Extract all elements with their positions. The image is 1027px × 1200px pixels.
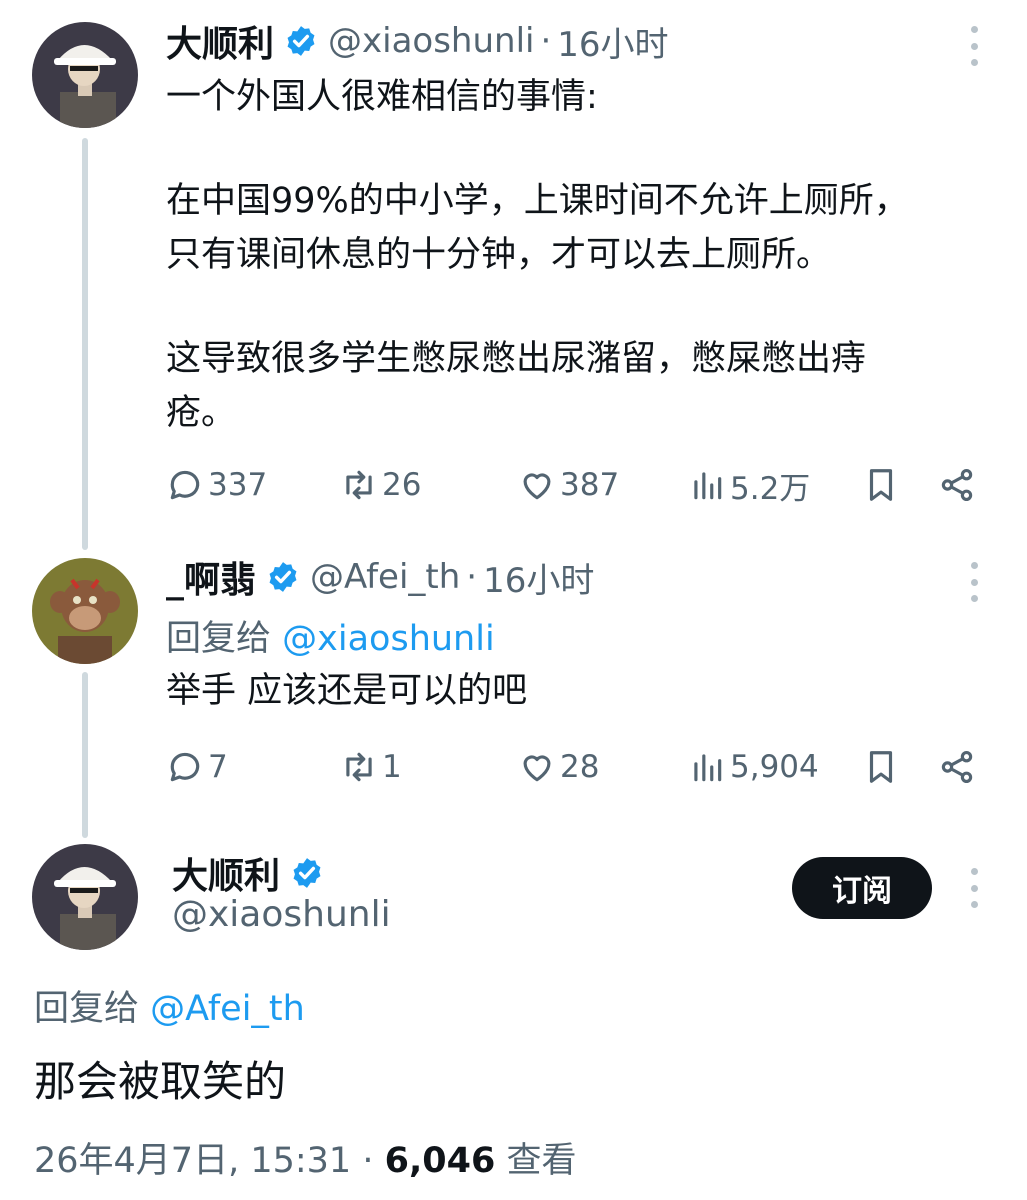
bookmark-button[interactable] <box>862 745 900 789</box>
share-button[interactable] <box>938 463 976 507</box>
replying-to: 回复给 @xiaoshunli <box>166 610 495 661</box>
tweet-meta: 26年4月7日, 15:31 · 6,046 查看 <box>34 1132 577 1183</box>
tweet-text-paragraph: 在中国99%的中小学，上课时间不允许上厕所， 只有课间休息的十分钟，才可以去上厕… <box>166 181 909 275</box>
author-name[interactable]: _啊翡 <box>166 551 256 603</box>
subscribe-button[interactable]: 订阅 <box>792 857 932 919</box>
view-label: 查看 <box>506 1141 577 1181</box>
view-count: 6,046 <box>384 1141 496 1181</box>
author-handle[interactable]: @Afei_th <box>310 557 460 597</box>
avatar-afei[interactable] <box>32 558 138 664</box>
share-icon <box>941 469 973 501</box>
mention-link[interactable]: @xiaoshunli <box>282 619 495 659</box>
avatar-xiaoshunli[interactable] <box>32 844 138 950</box>
replying-to-label: 回复给 <box>34 989 140 1029</box>
separator-dot: · <box>540 21 552 61</box>
more-dots-icon[interactable] <box>968 562 980 602</box>
views-button[interactable]: 5,904 <box>688 745 819 789</box>
repost-icon <box>346 470 372 500</box>
avatar-image <box>32 844 138 950</box>
tweet-time[interactable]: 16小时 <box>557 17 668 66</box>
like-button[interactable]: 387 <box>518 463 619 507</box>
repost-count: 26 <box>382 467 422 503</box>
reply-count: 7 <box>208 749 228 785</box>
verified-badge-icon <box>287 26 315 56</box>
avatar-image <box>32 558 138 664</box>
bookmark-icon <box>869 751 893 783</box>
more-dots-icon[interactable] <box>968 868 980 908</box>
thread-connector-line <box>82 672 88 838</box>
author-name[interactable]: 大顺利 <box>166 15 274 67</box>
heart-icon <box>523 473 551 500</box>
bar-chart-icon <box>694 754 722 782</box>
verified-badge-icon <box>269 562 297 592</box>
more-dots-icon[interactable] <box>968 26 980 66</box>
repost-button[interactable]: 1 <box>340 745 402 789</box>
bookmark-button[interactable] <box>862 463 900 507</box>
thread-connector-line <box>82 138 88 550</box>
tweet-timestamp[interactable]: 26年4月7日, 15:31 <box>34 1141 351 1181</box>
author-handle[interactable]: @xiaoshunli <box>172 894 391 935</box>
tweet-text: 那会被取笑的 <box>34 1057 287 1106</box>
reply-count: 337 <box>208 467 268 503</box>
author-handle[interactable]: @xiaoshunli <box>328 21 534 61</box>
tweet-time[interactable]: 16小时 <box>483 553 594 602</box>
bookmark-icon <box>869 469 893 501</box>
avatar-xiaoshunli[interactable] <box>32 22 138 128</box>
replying-to-label: 回复给 <box>166 619 272 659</box>
tweet-text: 举手 应该还是可以的吧 <box>166 671 528 711</box>
separator-dot: · <box>362 1141 374 1181</box>
view-count: 5,904 <box>730 749 819 785</box>
share-button[interactable] <box>938 745 976 789</box>
reply-bubble-icon <box>170 470 200 500</box>
like-count: 28 <box>560 749 600 785</box>
heart-icon <box>523 755 551 782</box>
like-count: 387 <box>560 467 620 503</box>
tweet-text-line1: 一个外国人很难相信的事情: <box>166 77 598 117</box>
views-button[interactable]: 5.2万 <box>688 463 810 507</box>
repost-button[interactable]: 26 <box>340 463 421 507</box>
reply-button[interactable]: 7 <box>166 745 228 789</box>
bar-chart-icon <box>694 472 722 500</box>
repost-icon <box>346 752 372 782</box>
tweet-text-paragraph: 这导致很多学生憋尿憋出尿潴留，憋屎憋出痔 疮。 <box>166 339 867 433</box>
tweet-actions: 7 1 28 5,904 <box>166 745 976 789</box>
view-count: 5.2万 <box>730 470 811 507</box>
verified-badge-icon <box>293 858 321 888</box>
reply-bubble-icon <box>170 752 200 782</box>
replying-to: 回复给 @Afei_th <box>34 980 305 1031</box>
avatar-image <box>32 22 138 128</box>
like-button[interactable]: 28 <box>518 745 599 789</box>
mention-link[interactable]: @Afei_th <box>150 989 305 1029</box>
tweet-actions: 337 26 387 5.2万 <box>166 463 976 507</box>
repost-count: 1 <box>382 749 402 785</box>
share-icon <box>941 751 973 783</box>
separator-dot: · <box>466 557 478 597</box>
reply-button[interactable]: 337 <box>166 463 267 507</box>
author-name[interactable]: 大顺利 <box>172 847 280 899</box>
